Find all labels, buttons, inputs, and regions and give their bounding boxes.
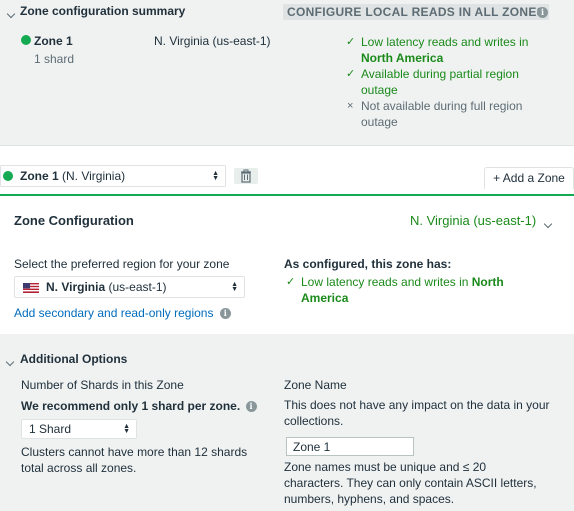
zone-name-label: Zone Name [284, 378, 347, 392]
region-select-code: (us-east-1) [108, 280, 167, 294]
delete-zone-button[interactable] [234, 168, 258, 184]
summary-title: Zone configuration summary [20, 4, 186, 18]
feature-item: ✓ Low latency reads and writes in North … [346, 35, 529, 65]
zone-status-dot [3, 171, 13, 181]
summary-zone-shards: 1 shard [34, 52, 75, 66]
zone-name-rules: Zone names must be unique and ≤ 20 chara… [284, 460, 537, 506]
shards-select[interactable]: 1 Shard ▲ ▼ [21, 419, 137, 439]
feature-item: ✓ Available during partial region outage [346, 67, 519, 97]
us-flag-icon [23, 283, 39, 293]
zone-status-dot [21, 35, 31, 45]
check-icon: ✓ [286, 276, 296, 288]
zone-summary-panel: Zone configuration summary CONFIGURE LOC… [0, 0, 574, 146]
select-arrows-icon: ▲ ▼ [123, 423, 130, 435]
shards-label: Number of Shards in this Zone [21, 378, 184, 392]
region-select[interactable]: N. Virginia (us-east-1) ▲ ▼ [14, 276, 245, 298]
zone-select-region: (N. Virginia) [62, 169, 126, 183]
summary-zone-name: Zone 1 [34, 34, 73, 48]
zone-configuration-panel: Zone Configuration N. Virginia (us-east-… [0, 198, 574, 334]
collapse-chevron-icon[interactable] [6, 6, 16, 20]
region-select-name: N. Virginia [46, 280, 106, 294]
add-secondary-regions-link[interactable]: Add secondary and read-only regions [14, 306, 213, 320]
zone-select[interactable]: Zone 1 (N. Virginia) ▲ ▼ [0, 165, 226, 187]
info-icon[interactable]: i [537, 7, 548, 18]
feature-list: ✓ Low latency reads and writes in North … [346, 34, 566, 130]
configured-title: As configured, this zone has: [284, 257, 452, 271]
x-icon: × [347, 100, 354, 112]
additional-options-panel: Additional Options Number of Shards in t… [0, 334, 574, 511]
summary-zone-region: N. Virginia (us-east-1) [154, 34, 271, 48]
select-arrows-icon: ▲ ▼ [231, 281, 238, 293]
shards-recommendation: We recommend only 1 shard per zone. [21, 399, 241, 413]
zone-region-summary[interactable]: N. Virginia (us-east-1) [410, 213, 536, 228]
additional-options-chevron-icon[interactable] [5, 354, 15, 368]
additional-options-title[interactable]: Additional Options [20, 352, 127, 366]
zone-name-help: This does not have any impact on the dat… [284, 398, 550, 428]
feature-item: × Not available during full region outag… [347, 99, 523, 129]
trash-icon [241, 169, 251, 183]
shards-note: Clusters cannot have more than 12 shards… [21, 445, 248, 475]
check-icon: ✓ [346, 36, 356, 48]
zone-tab-bar: Zone 1 (N. Virginia) ▲ ▼ + Add a Zone [0, 147, 574, 196]
zone-select-name: Zone 1 [20, 169, 59, 183]
expand-chevron-icon[interactable] [543, 216, 553, 230]
info-icon[interactable]: i [219, 308, 231, 320]
configured-feature: ✓ Low latency reads and writes in North … [286, 275, 504, 305]
configure-local-reads-button[interactable]: CONFIGURE LOCAL READS IN ALL ZONES [283, 4, 549, 20]
select-arrows-icon: ▲ ▼ [212, 170, 219, 182]
info-icon[interactable]: i [245, 401, 257, 413]
add-zone-button[interactable]: + Add a Zone [484, 167, 574, 189]
zone-configuration-title: Zone Configuration [14, 213, 134, 228]
region-prompt: Select the preferred region for your zon… [14, 257, 230, 271]
zone-name-input[interactable] [286, 437, 414, 456]
check-icon: ✓ [346, 68, 356, 80]
